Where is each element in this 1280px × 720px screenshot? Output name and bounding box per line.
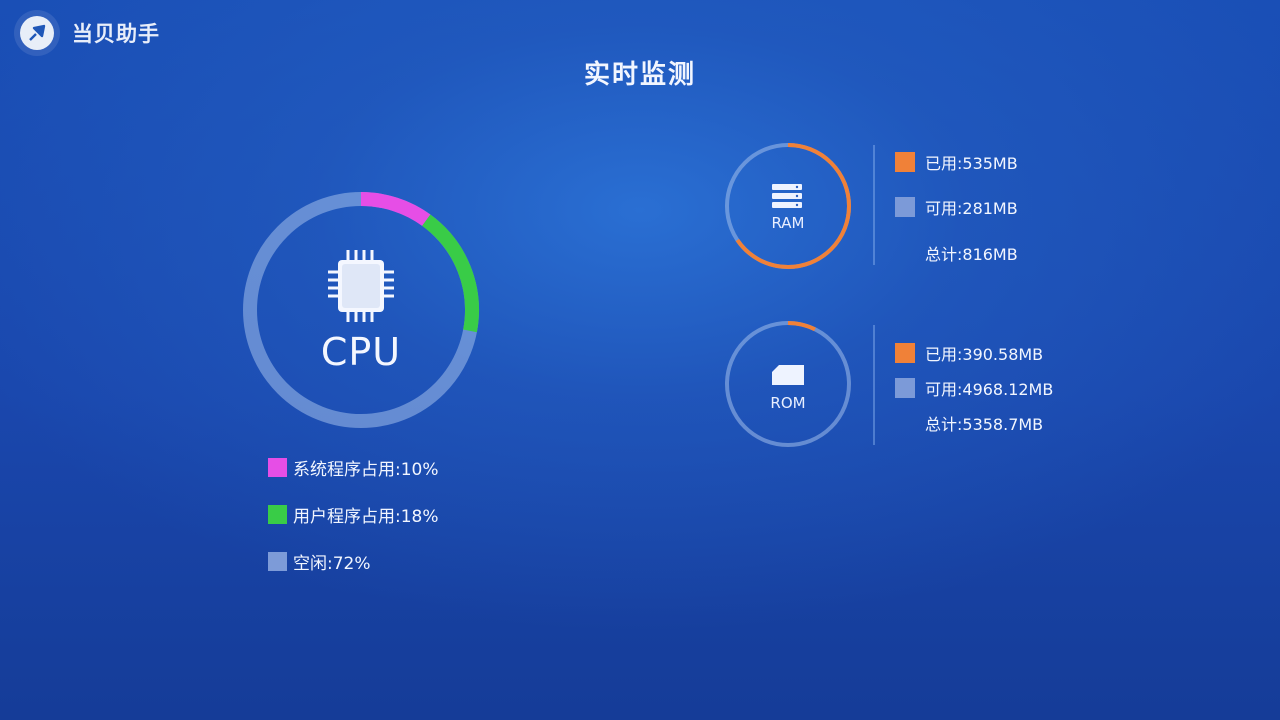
cpu-legend-user-text: 用户程序占用:18%	[293, 507, 439, 527]
ram-total-text: 总计:816MB	[925, 245, 1018, 264]
rom-total-text: 总计:5358.7MB	[925, 415, 1044, 434]
rom-available-text: 可用:4968.12MB	[925, 380, 1054, 399]
rom-used-text: 已用:390.58MB	[925, 345, 1044, 364]
rom-label: ROM	[770, 394, 806, 412]
page-title: 实时监测	[583, 60, 696, 90]
rom-used-swatch	[895, 343, 915, 363]
ram-divider	[873, 145, 875, 265]
ram-available-item: 可用:281MB	[895, 195, 1018, 219]
cpu-legend-idle-text: 空闲:72%	[293, 554, 371, 574]
rom-available-item: 可用:4968.12MB	[895, 376, 1053, 400]
system-swatch	[268, 458, 287, 477]
cpu-legend-idle: 空闲:72%	[268, 549, 371, 574]
ram-label: RAM	[771, 214, 805, 232]
rom-available-swatch	[895, 378, 915, 398]
app-header: 当贝助手	[20, 16, 160, 50]
rocket-icon	[20, 16, 54, 50]
user-swatch	[268, 505, 287, 524]
idle-swatch	[268, 552, 287, 571]
ram-available-swatch	[895, 197, 915, 217]
cpu-chip-icon	[328, 250, 394, 322]
ram-used-text: 已用:535MB	[925, 154, 1018, 173]
rom-used-item: 已用:390.58MB	[895, 341, 1043, 365]
rom-divider	[873, 325, 875, 445]
rom-icon	[772, 365, 804, 385]
ram-used-item: 已用:535MB	[895, 150, 1018, 174]
ram-available-text: 可用:281MB	[925, 199, 1018, 218]
ram-used-swatch	[895, 152, 915, 172]
cpu-label: CPU	[320, 330, 402, 374]
cpu-legend-system: 系统程序占用:10%	[268, 455, 439, 480]
ram-icon	[772, 184, 802, 208]
app-name: 当贝助手	[72, 22, 160, 46]
cpu-legend-system-text: 系统程序占用:10%	[293, 460, 439, 480]
cpu-legend-user: 用户程序占用:18%	[268, 502, 439, 527]
